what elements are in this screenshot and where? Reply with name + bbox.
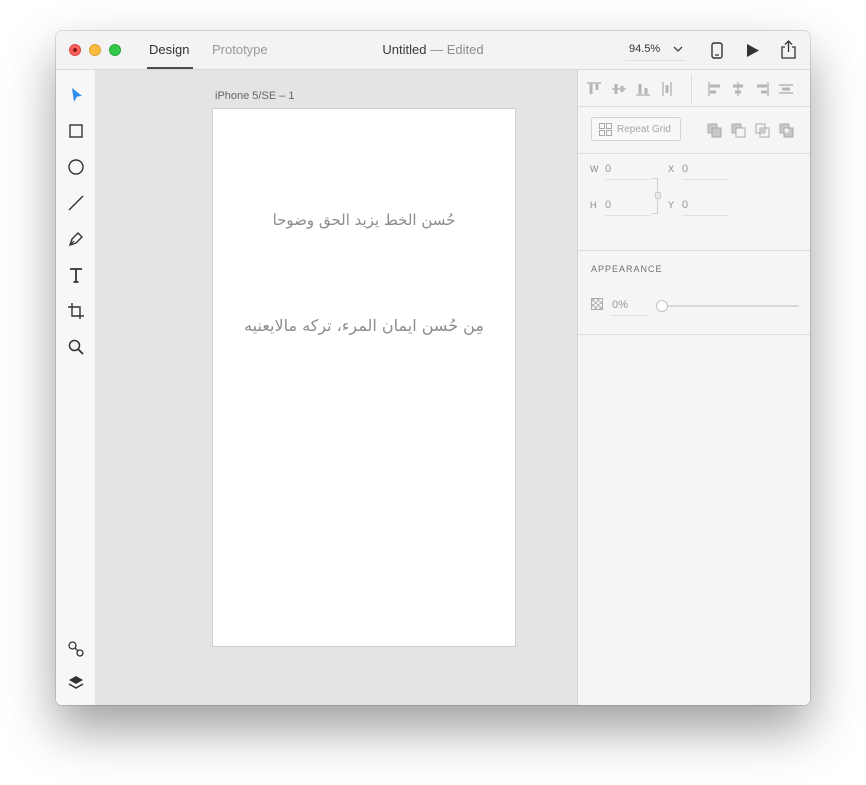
property-inspector: Repeat Grid W 0 H 0 X 0 Y 0 APPEARANCE 0… [577, 70, 810, 705]
x-label: X [668, 164, 675, 174]
y-underline [682, 215, 728, 216]
active-tab-indicator [147, 67, 193, 69]
height-underline [605, 215, 651, 216]
symbols-icon[interactable] [67, 640, 85, 658]
document-title: Untitled — Edited [56, 42, 810, 57]
line-icon[interactable] [67, 194, 85, 212]
align-toolbar [578, 70, 810, 107]
artboard-label[interactable]: iPhone 5/SE – 1 [215, 90, 295, 102]
boolean-intersect-icon[interactable] [755, 123, 770, 138]
select-icon[interactable] [67, 86, 85, 104]
dimensions-section: W 0 H 0 X 0 Y 0 [578, 154, 810, 251]
zoom-underline [625, 60, 685, 61]
boolean-exclude-icon[interactable] [779, 123, 794, 138]
x-field[interactable]: 0 [682, 163, 688, 175]
x-underline [682, 179, 728, 180]
align-right-icon[interactable] [754, 81, 770, 97]
align-left-icon[interactable] [707, 81, 723, 97]
arabic-text-1[interactable]: حُسن الخط يزيد الحق وضوحا [213, 211, 515, 229]
opacity-field[interactable]: 0% [612, 299, 628, 311]
title-bar: Design Prototype Untitled — Edited 94.5% [56, 31, 810, 70]
opacity-icon [591, 298, 603, 310]
document-name: Untitled [382, 42, 427, 57]
design-canvas[interactable]: iPhone 5/SE – 1 حُسن الخط يزيد الحق وضوح… [96, 70, 577, 705]
artboard-icon[interactable] [67, 302, 85, 320]
lock-icon[interactable] [655, 192, 661, 199]
appearance-title: APPEARANCE [591, 264, 663, 274]
app-window: Design Prototype Untitled — Edited 94.5% [56, 31, 810, 705]
boolean-subtract-icon[interactable] [731, 123, 746, 138]
y-label: Y [668, 200, 675, 210]
distribute-vertical-icon[interactable] [659, 81, 675, 97]
share-icon[interactable] [780, 40, 797, 59]
align-middle-icon[interactable] [611, 81, 627, 97]
height-label: H [590, 200, 597, 210]
device-preview-icon[interactable] [711, 42, 723, 59]
align-separator [691, 74, 692, 104]
y-field[interactable]: 0 [682, 199, 688, 211]
chevron-down-icon [673, 46, 683, 52]
repeat-grid-button[interactable]: Repeat Grid [591, 117, 681, 141]
width-label: W [590, 164, 599, 174]
tools-toolbar [56, 70, 96, 705]
opacity-slider-track[interactable] [660, 305, 799, 307]
rectangle-icon[interactable] [67, 122, 85, 140]
width-underline [605, 179, 651, 180]
pen-icon[interactable] [67, 230, 85, 248]
arabic-text-2[interactable]: مِن حُسن ايمان المرء، تركه مالايعنيه [213, 316, 515, 335]
zoom-level: 94.5% [629, 43, 661, 55]
ellipse-icon[interactable] [67, 158, 85, 176]
align-center-icon[interactable] [730, 81, 746, 97]
layers-icon[interactable] [67, 674, 85, 692]
repeat-grid-icon [599, 123, 612, 136]
repeat-grid-row: Repeat Grid [578, 107, 810, 154]
distribute-horizontal-icon[interactable] [778, 81, 794, 97]
repeat-grid-label: Repeat Grid [617, 124, 671, 135]
width-field[interactable]: 0 [605, 163, 611, 175]
boolean-add-icon[interactable] [707, 123, 722, 138]
document-status: — Edited [430, 42, 484, 57]
opacity-underline [611, 315, 648, 316]
align-bottom-icon[interactable] [635, 81, 651, 97]
zoom-icon[interactable] [67, 338, 85, 356]
appearance-section: APPEARANCE 0% [578, 251, 810, 335]
height-field[interactable]: 0 [605, 199, 611, 211]
play-icon[interactable] [746, 43, 760, 58]
zoom-dropdown[interactable]: 94.5% [621, 39, 689, 61]
opacity-slider-thumb[interactable] [656, 300, 668, 312]
align-top-icon[interactable] [586, 81, 602, 97]
text-icon[interactable] [67, 266, 85, 284]
artboard[interactable]: حُسن الخط يزيد الحق وضوحا مِن حُسن ايمان… [212, 108, 516, 647]
